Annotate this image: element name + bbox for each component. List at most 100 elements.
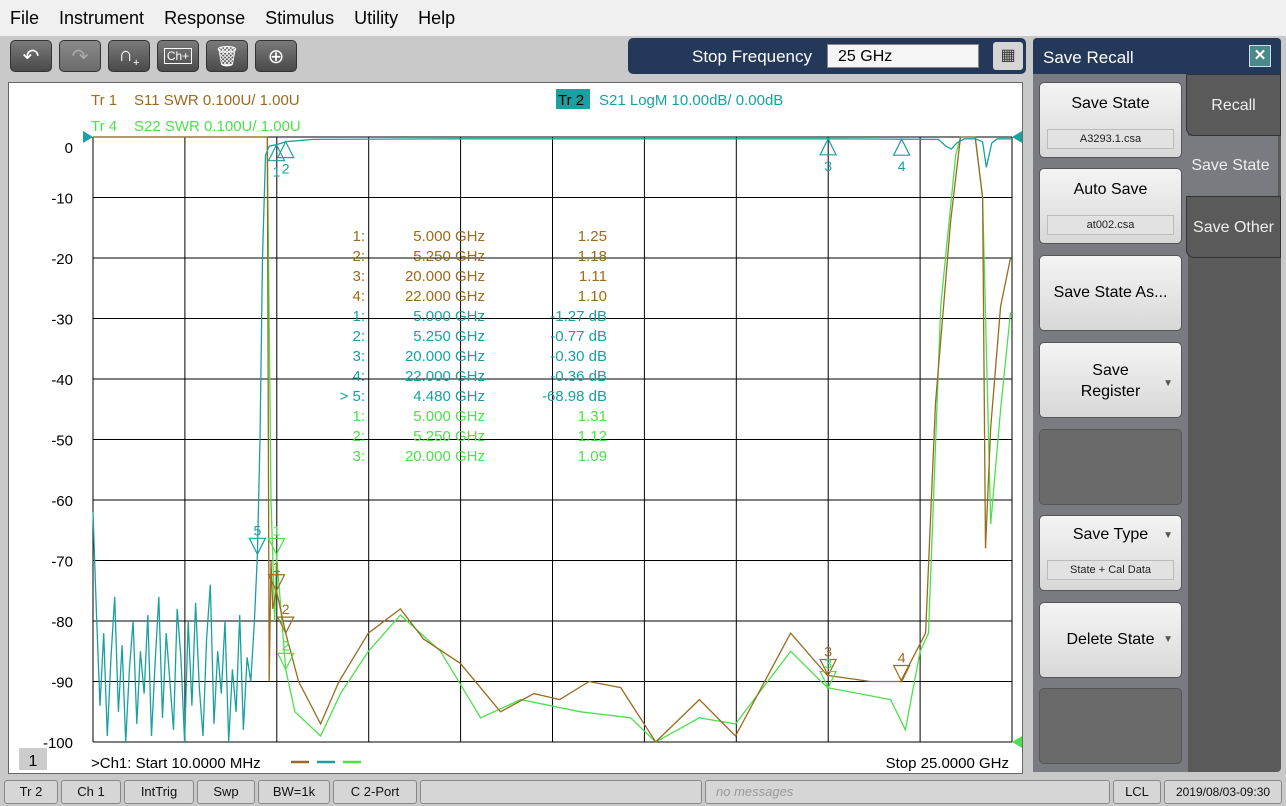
marker-table-number: > 5: (340, 388, 365, 405)
trace-2-id: Tr 2 (558, 92, 584, 109)
menu-stimulus[interactable]: Stimulus (255, 8, 344, 29)
undo-icon: ↶ (22, 45, 40, 68)
marker-table-number: 1: (352, 228, 365, 245)
marker-table-frequency: 5.000 GHz (413, 408, 485, 425)
trace-1-id: Tr 1 (91, 92, 117, 109)
empty-softkey (1039, 688, 1182, 764)
undo-button[interactable]: ↶ (10, 40, 52, 72)
status-trigger[interactable]: IntTrig (124, 780, 194, 804)
marker-table-value: -0.30 dB (550, 348, 607, 365)
marker-table-value: 1.12 (578, 428, 607, 445)
close-icon: ✕ (1253, 47, 1267, 64)
auto-save-file: at002.csa (1047, 215, 1174, 235)
menu-bar: File Instrument Response Stimulus Utilit… (0, 0, 1286, 36)
marker-table-number: 2: (352, 428, 365, 445)
y-tick-label: -80 (51, 614, 73, 631)
save-register-button[interactable]: Save Register ▼ (1039, 342, 1182, 418)
marker-table-value: -68.98 dB (542, 388, 607, 405)
tab-recall[interactable]: Recall (1186, 74, 1281, 136)
marker-table-frequency: 20.000 GHz (405, 268, 485, 285)
menu-response[interactable]: Response (154, 8, 255, 29)
save-recall-panel: Save Recall ✕ Save State A3293.1.csa Aut… (1033, 38, 1281, 772)
marker-table-frequency: 5.000 GHz (413, 228, 485, 245)
marker-table-value: -1.27 dB (550, 308, 607, 325)
delete-button[interactable]: 🗑 (206, 40, 248, 72)
tab-save-state-label: Save State (1191, 157, 1270, 174)
stop-frequency-input[interactable]: 25 GHz (827, 44, 979, 68)
marker-label: 2 (282, 601, 290, 617)
redo-icon: ↷ (71, 45, 89, 68)
trace-1-desc: S11 SWR 0.100U/ 1.00U (134, 92, 300, 109)
dropdown-arrow-icon: ▼ (1163, 634, 1173, 645)
zoom-button[interactable]: ⊕ (255, 40, 297, 72)
panel-buttons: Save State A3293.1.csa Auto Save at002.c… (1033, 74, 1188, 772)
y-tick-label: -100 (43, 735, 73, 752)
marker-label: 3 (824, 656, 832, 672)
status-messages: no messages (705, 780, 1110, 804)
stop-frequency: Stop 25.0000 GHz (886, 755, 1009, 772)
trace-4-desc: S22 SWR 0.100U/ 1.00U (134, 118, 301, 135)
add-channel-button[interactable]: Ch+ (157, 40, 199, 72)
auto-save-button[interactable]: Auto Save at002.csa (1039, 168, 1182, 244)
marker-table-frequency: 5.250 GHz (413, 248, 485, 265)
y-tick-label: -10 (51, 191, 73, 208)
status-bandwidth[interactable]: BW=1k (258, 780, 330, 804)
empty-softkey (1039, 429, 1182, 505)
close-button[interactable]: ✕ (1249, 45, 1271, 67)
save-state-button[interactable]: Save State A3293.1.csa (1039, 82, 1182, 158)
marker-label: 1 (273, 559, 281, 575)
marker-label: 1 (273, 522, 281, 538)
tab-recall-label: Recall (1211, 97, 1256, 114)
panel-title-text: Save Recall (1043, 48, 1134, 67)
add-channel-icon: Ch+ (163, 48, 193, 64)
marker-table-value: 1.31 (578, 408, 607, 425)
save-state-file: A3293.1.csa (1047, 129, 1174, 149)
redo-button[interactable]: ↷ (59, 40, 101, 72)
keypad-button[interactable]: ▦ (993, 42, 1023, 70)
marker-table-number: 2: (352, 328, 365, 345)
stop-frequency-entry: Stop Frequency 25 GHz ▦ (628, 38, 1026, 74)
plot-window: 0 -10 -20 -30 -40 -50 -60 -70 -80 -90 -100 Tr 1 S11 … (8, 82, 1023, 774)
save-state-label: Save State (1071, 95, 1150, 112)
reference-arrow-right (1012, 131, 1022, 143)
zoom-icon: ⊕ (267, 45, 285, 68)
trace-plot[interactable]: 0 -10 -20 -30 -40 -50 -60 -70 -80 -90 -100 Tr 1 S11 … (9, 83, 1024, 775)
save-state-as-label: Save State As... (1053, 284, 1168, 301)
marker-label: 3 (824, 158, 832, 174)
status-channel[interactable]: Ch 1 (61, 780, 121, 804)
marker-table-number: 4: (352, 368, 365, 385)
marker-table-frequency: 5.250 GHz (413, 328, 485, 345)
status-cal[interactable]: C 2-Port (333, 780, 417, 804)
menu-help[interactable]: Help (408, 8, 465, 29)
delete-state-button[interactable]: Delete State ▼ (1039, 602, 1182, 678)
add-trace-button[interactable]: ∩+ (108, 40, 150, 72)
save-state-as-button[interactable]: Save State As... (1039, 255, 1182, 331)
marker-table-value: 1.18 (578, 248, 607, 265)
marker-table-frequency: 22.000 GHz (405, 368, 485, 385)
save-type-button[interactable]: Save Type ▼ State + Cal Data (1039, 515, 1182, 591)
marker-s21-4 (892, 137, 911, 156)
marker-table-value: 1.25 (578, 228, 607, 245)
y-tick-label: -60 (51, 493, 73, 510)
status-sweep[interactable]: Swp (197, 780, 255, 804)
menu-instrument[interactable]: Instrument (49, 8, 154, 29)
tab-save-state[interactable]: Save State (1183, 136, 1278, 196)
marker-label: 2 (282, 637, 290, 653)
add-trace-icon: ∩+ (118, 43, 140, 69)
save-register-label: Save Register (1080, 362, 1141, 400)
marker-table-frequency: 22.000 GHz (405, 288, 485, 305)
marker-table-frequency: 4.480 GHz (413, 388, 485, 405)
panel-title: Save Recall ✕ (1033, 38, 1281, 74)
channel-number: 1 (29, 753, 38, 770)
delete-state-label: Delete State (1066, 631, 1155, 648)
menu-utility[interactable]: Utility (344, 8, 408, 29)
status-trace[interactable]: Tr 2 (4, 780, 58, 804)
save-type-label: Save Type (1072, 526, 1149, 543)
menu-file[interactable]: File (0, 8, 49, 29)
y-tick-label: 0 (65, 140, 73, 157)
marker-table-value: -0.77 dB (550, 328, 607, 345)
tab-save-other[interactable]: Save Other (1186, 196, 1281, 258)
dropdown-arrow-icon: ▼ (1163, 530, 1173, 541)
save-type-value: State + Cal Data (1047, 560, 1174, 580)
status-datetime: 2019/08/03-09:30 (1164, 780, 1282, 804)
